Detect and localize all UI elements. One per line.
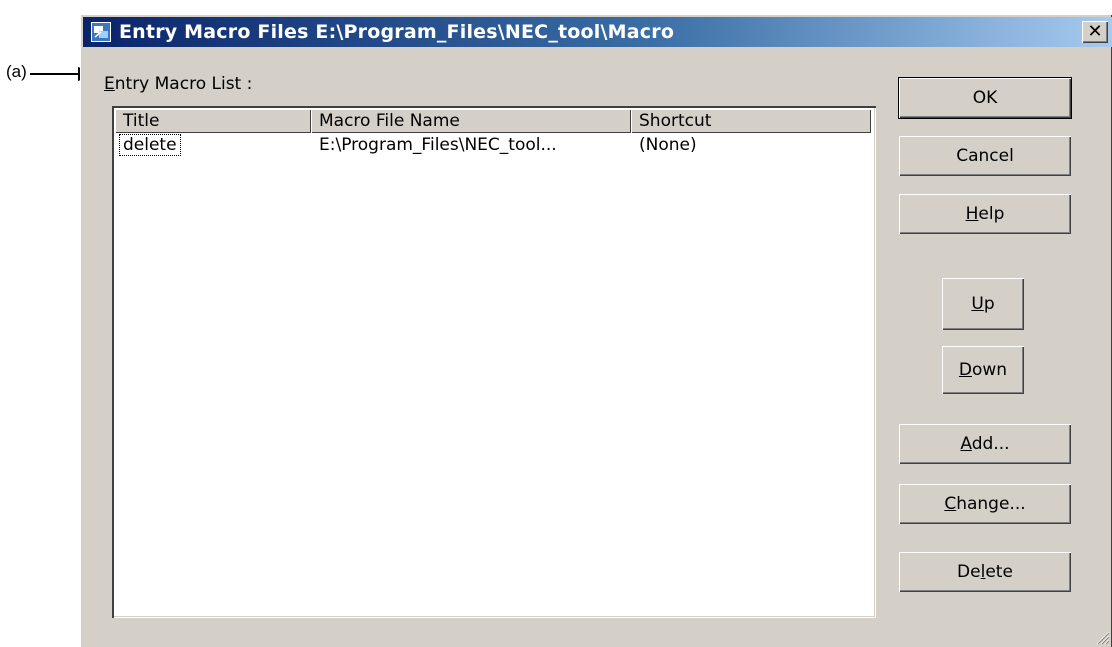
- entry-macro-list[interactable]: Title Macro File Name Shortcut delete E:…: [112, 106, 876, 618]
- close-button[interactable]: ✕: [1082, 21, 1108, 43]
- row-title: delete: [119, 134, 181, 156]
- change-button-label: hange...: [956, 494, 1026, 514]
- change-mnemonic: C: [944, 494, 957, 514]
- title-bar[interactable]: Entry Macro Files E:\Program_Files\NEC_t…: [83, 17, 1112, 47]
- window-title: Entry Macro Files E:\Program_Files\NEC_t…: [119, 21, 675, 43]
- list-header: Title Macro File Name Shortcut: [115, 109, 873, 133]
- annotation-label: (a): [6, 62, 27, 81]
- column-header-shortcut[interactable]: Shortcut: [631, 109, 871, 133]
- add-button[interactable]: Add...: [899, 424, 1071, 464]
- down-mnemonic: D: [958, 360, 972, 380]
- list-label-mnemonic: E: [104, 74, 115, 94]
- list-row[interactable]: delete E:\Program_Files\NEC_tool... (Non…: [115, 134, 871, 158]
- add-button-label: dd...: [971, 434, 1010, 454]
- resize-grip-icon[interactable]: [1094, 629, 1110, 645]
- column-header-macro-file-name[interactable]: Macro File Name: [311, 109, 631, 133]
- add-mnemonic: A: [960, 434, 972, 454]
- help-button[interactable]: Help: [899, 194, 1071, 234]
- row-file-name: E:\Program_Files\NEC_tool...: [319, 135, 557, 155]
- row-shortcut: (None): [639, 135, 697, 155]
- up-mnemonic: U: [971, 294, 984, 314]
- delete-button[interactable]: Delete: [899, 552, 1071, 592]
- entry-macro-list-label: Entry Macro List :: [104, 74, 252, 94]
- up-button[interactable]: Up: [942, 278, 1024, 330]
- list-label-rest: ntry Macro List :: [114, 74, 253, 94]
- row-title-cell: delete: [115, 134, 311, 158]
- delete-button-label: ete: [985, 562, 1013, 582]
- ok-button[interactable]: OK: [899, 78, 1071, 118]
- cancel-button[interactable]: Cancel: [899, 136, 1071, 176]
- entry-macro-files-dialog: Entry Macro Files E:\Program_Files\NEC_t…: [80, 14, 1112, 647]
- column-header-title[interactable]: Title: [115, 109, 311, 133]
- ok-button-label: OK: [972, 88, 998, 108]
- help-mnemonic: H: [965, 204, 979, 224]
- help-button-label: elp: [978, 204, 1005, 224]
- up-button-label: p: [983, 294, 995, 314]
- down-button-label: own: [972, 360, 1008, 380]
- delete-prefix: De: [957, 562, 981, 582]
- app-icon: [91, 22, 111, 42]
- cancel-button-label: Cancel: [956, 146, 1014, 166]
- down-button[interactable]: Down: [942, 346, 1024, 394]
- change-button[interactable]: Change...: [899, 484, 1071, 524]
